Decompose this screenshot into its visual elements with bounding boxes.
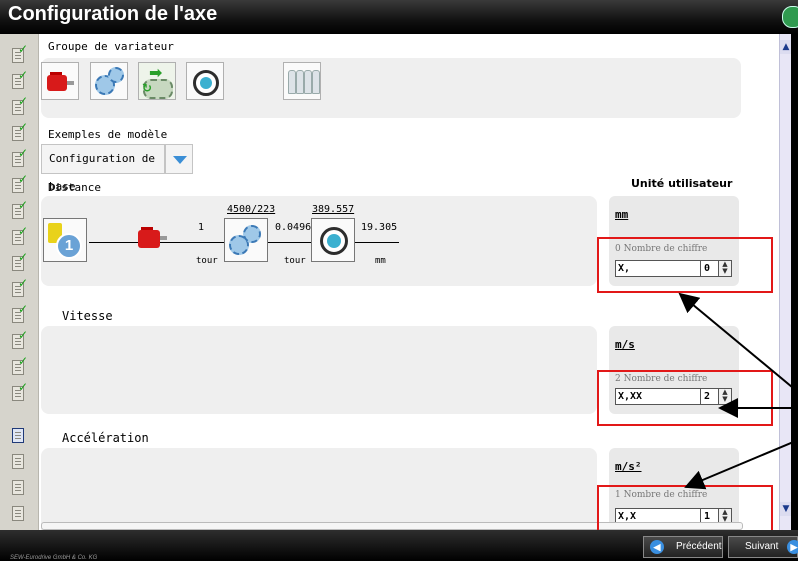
callout-arrows	[678, 292, 798, 490]
company-label: SEW-Eurodrive GmbH & Co. KG	[10, 555, 98, 561]
arrow-to-distance	[678, 292, 798, 393]
arrow-to-acceleration	[684, 439, 798, 490]
arrow-right-icon: ▶	[787, 540, 798, 554]
next-button[interactable]: Suivant ▶	[728, 536, 798, 558]
next-button-label: Suivant	[745, 541, 779, 552]
previous-button[interactable]: ◀ Précédent	[643, 536, 723, 558]
previous-button-label: Précédent	[676, 541, 722, 552]
footer-bar: SEW-Eurodrive GmbH & Co. KG ◀ Précédent …	[0, 530, 798, 561]
arrow-left-icon: ◀	[650, 540, 664, 554]
